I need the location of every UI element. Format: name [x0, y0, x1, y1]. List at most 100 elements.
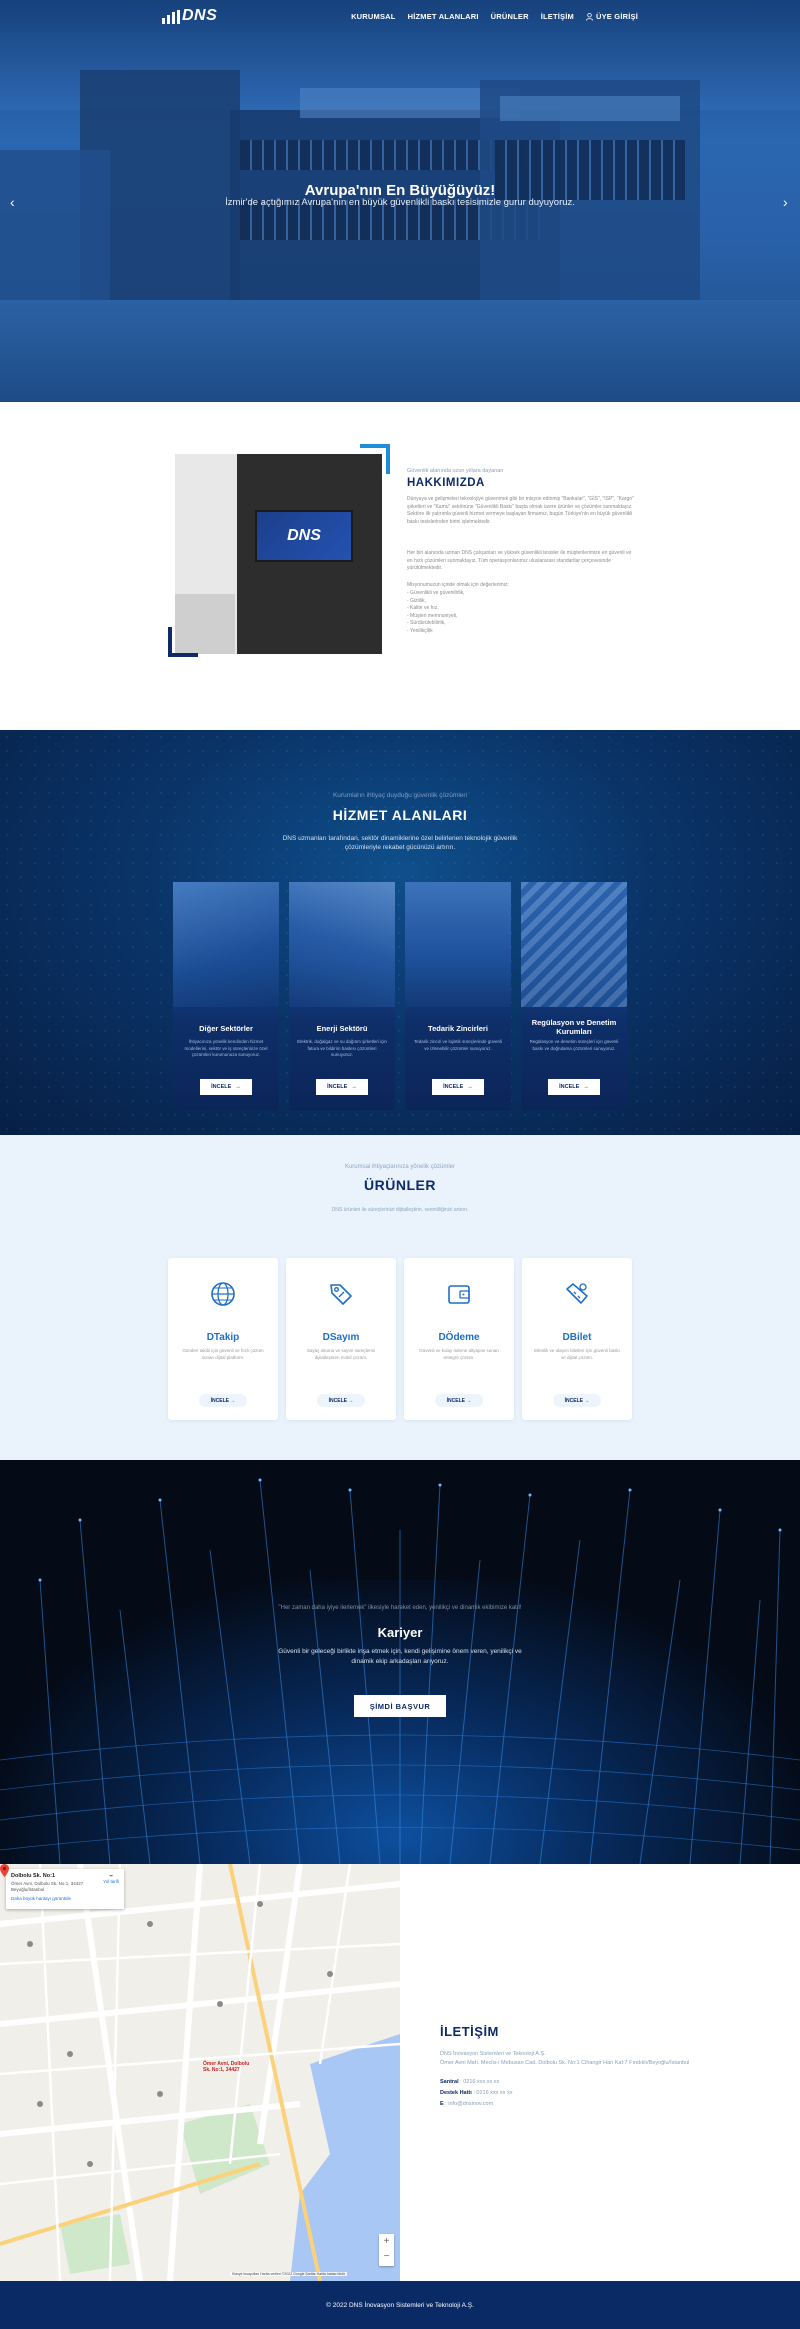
service-card-title: Enerji Sektörü [316, 1024, 368, 1033]
contact-section: Dolbolu Sk. No:1 Ömer Avni, Dolbolu Sk. … [0, 1864, 800, 2281]
product-text: Sayaç okuma ve sayım süreçlerini dijital… [306, 1348, 376, 1360]
zoom-out-button[interactable]: − [379, 2249, 394, 2264]
zoom-in-button[interactable]: + [379, 2234, 394, 2249]
inspect-button[interactable]: İNCELE → [316, 1079, 368, 1095]
ticket-icon [566, 1283, 588, 1304]
arrow-right-icon: → [583, 1084, 589, 1090]
inspect-button[interactable]: İNCELE → [200, 1079, 252, 1095]
service-card-text: Elektrik, doğalgaz ve su dağıtım şirketl… [297, 1039, 387, 1057]
top-nav: DNS KURUMSAL HİZMET ALANLARI ÜRÜNLER İLE… [0, 0, 800, 34]
wallet-icon [448, 1285, 470, 1304]
map-pin-icon [0, 1864, 9, 1877]
product-title: DTakip [206, 1332, 240, 1343]
list-item: - Sürdürülebilirlik, [407, 620, 446, 626]
service-card-title: Diğer Sektörler [199, 1024, 253, 1033]
main-menu: KURUMSAL HİZMET ALANLARI ÜRÜNLER İLETİŞİ… [351, 12, 638, 21]
page: Avrupa'nın En Büyüğüyüz! İzmir'de açtığı… [0, 0, 800, 2329]
services-eyebrow: Kurumların ihtiyaç duyduğu güvenlik çözü… [332, 792, 468, 799]
inspect-button[interactable]: İNCELE → [317, 1394, 365, 1407]
arrow-right-icon: → [467, 1084, 473, 1090]
arrow-right-icon: → [235, 1084, 241, 1090]
map-place-card: Dolbolu Sk. No:1 Ömer Avni, Dolbolu Sk. … [6, 1869, 124, 1909]
about-paragraph: Dünyaya ve gelişmeleri teknolojiye güven… [407, 496, 634, 525]
list-item: - Yenilikçilik [407, 627, 433, 634]
service-card: Diğer Sektörler İhtiyacınıza yönelik ken… [173, 882, 279, 1110]
about-values-list: - Güvenlikli ve güvenilirlik, - Gizlilik… [407, 590, 465, 635]
products-eyebrow: Kurumsal ihtiyaçlarınıza yönelik çözümle… [344, 1164, 456, 1170]
about-section: DNS Güvenlik alanında uzun yıllara dayan… [0, 402, 800, 730]
nav-item-iletisim[interactable]: İLETİŞİM [541, 12, 574, 21]
service-card: Regülasyon ve Denetim Kurumları Regülasy… [521, 882, 627, 1110]
map-embed[interactable]: Dolbolu Sk. No:1 Ömer Avni, Dolbolu Sk. … [0, 1864, 400, 2281]
service-card-text: Tedarik zinciri ve lojistik süreçlerinde… [413, 1039, 503, 1051]
career-title: Kariyer [377, 1625, 423, 1640]
contact-address: Ömer Avni Mah. Meclis-i Mebusan Cad. Dol… [440, 2060, 690, 2066]
nav-item-urunler[interactable]: ÜRÜNLER [491, 12, 529, 21]
career-eyebrow: "Her zaman daha iyiye ilerlemek" ilkesiy… [278, 1605, 522, 1611]
logo-text: DNS [182, 7, 218, 24]
arrow-right-icon: → [351, 1084, 357, 1090]
services-title: HİZMET ALANLARI [332, 807, 468, 823]
about-eyebrow: Güvenlik alanında uzun yıllara dayanan [407, 468, 504, 474]
nav-item-hizmet-alanlari[interactable]: HİZMET ALANLARI [408, 12, 479, 21]
product-card: DSayım Sayaç okuma ve sayım süreçlerini … [286, 1258, 396, 1420]
service-card-title: Tedarik Zincirleri [428, 1024, 488, 1033]
login-label: ÜYE GİRİŞİ [595, 12, 638, 21]
contact-email: E : info@dnsinov.com [440, 2101, 494, 2107]
inspect-button[interactable]: İNCELE → [432, 1079, 484, 1095]
inspect-button[interactable]: İNCELE → [435, 1394, 483, 1407]
career-description: Güvenli bir geleceği birlikte inşa etmek… [278, 1648, 522, 1665]
product-text: Etkinlik ve ulaşım biletleri için güvenl… [534, 1348, 620, 1360]
products-description: DNS ürünleri ile süreçlerinizi dijitalle… [331, 1207, 469, 1213]
tag-icon [330, 1284, 352, 1305]
about-image: DNS [175, 454, 382, 654]
list-item: - Gizlilik, [407, 597, 426, 604]
map-zoom-controls: + − [379, 2234, 394, 2266]
about-paragraph: Her biri alanında uzman DNS çalışanları … [407, 550, 632, 571]
list-item: - Güvenlikli ve güvenilirlik, [407, 590, 465, 596]
chevron-left-icon[interactable]: ‹ [10, 194, 15, 210]
logo-bars-icon [162, 10, 180, 24]
product-card: DBilet Etkinlik ve ulaşım biletleri için… [522, 1258, 632, 1420]
service-card: Tedarik Zincirleri Tedarik zinciri ve lo… [405, 882, 511, 1110]
logo-screen: DNS [255, 510, 353, 562]
directions-link[interactable]: ➦ Yol tarifi [103, 1873, 119, 1884]
products-section: Kurumsal ihtiyaçlarınıza yönelik çözümle… [0, 1135, 800, 1460]
about-title: HAKKIMIZDA [407, 477, 485, 489]
services-section: Kurumların ihtiyaç duyduğu güvenlik çözü… [0, 730, 800, 1135]
product-title: DSayım [322, 1332, 360, 1343]
service-card-text: Regülasyon ve denetim süreçleri için güv… [529, 1039, 619, 1051]
career-section: "Her zaman daha iyiye ilerlemek" ilkesiy… [0, 1460, 800, 1864]
inspect-button[interactable]: İNCELE → [199, 1394, 247, 1407]
product-card: DÖdeme Güvenli ve kolay ödeme altyapısı … [404, 1258, 514, 1420]
login-link[interactable]: ÜYE GİRİŞİ [586, 12, 638, 21]
service-card-title: Regülasyon ve Denetim Kurumları [531, 1018, 617, 1036]
chevron-right-icon[interactable]: › [783, 194, 788, 210]
copyright: © 2022 DNS İnovasyon Sistemleri ve Tekno… [326, 2301, 474, 2309]
decorative-corner [168, 627, 198, 657]
globe-icon [211, 1282, 235, 1306]
inspect-button[interactable]: İNCELE → [548, 1079, 600, 1095]
user-icon [586, 12, 593, 21]
contact-hotline: Destek Hattı : 0216 xxx xx xx [440, 2090, 513, 2096]
about-list-title: Misyonumuzun içinde olmak için değerleri… [407, 582, 509, 588]
map-place-address: Ömer Avni, Dolbolu Sk. No:1, 34427 Beyoğ… [11, 1881, 84, 1892]
apply-now-button[interactable]: ŞİMDİ BAŞVUR [354, 1695, 446, 1717]
product-text: Gönderi takibi için güvenli ve hızlı çöz… [182, 1348, 264, 1360]
nav-item-kurumsal[interactable]: KURUMSAL [351, 12, 396, 21]
list-item: - Kalite ve hız, [407, 605, 439, 611]
service-card: Enerji Sektörü Elektrik, doğalgaz ve su … [289, 882, 395, 1110]
contact-phone: Santral : 0216 xxx xx xx [440, 2079, 500, 2085]
larger-map-link[interactable]: Daha büyük haritayı görüntüle [11, 1896, 119, 1901]
product-text: Güvenli ve kolay ödeme altyapısı sunan e… [419, 1348, 499, 1360]
product-title: DÖdeme [438, 1332, 480, 1343]
contact-company: DNS İnovasyon Sistemleri ve Teknoloji A.… [440, 2051, 546, 2057]
product-card: DTakip Gönderi takibi için güvenli ve hı… [168, 1258, 278, 1420]
services-description: DNS uzmanları tarafından, sektör dinamik… [282, 835, 518, 851]
footer: © 2022 DNS İnovasyon Sistemleri ve Tekno… [0, 2281, 800, 2329]
map-attribution: Klavye kısayolları Harita verileri ©2022… [230, 2272, 347, 2276]
inspect-button[interactable]: İNCELE → [553, 1394, 601, 1407]
logo[interactable]: DNS [162, 8, 217, 24]
list-item: - Müşteri memnuniyeti, [407, 612, 458, 619]
hero-section: Avrupa'nın En Büyüğüyüz! İzmir'de açtığı… [0, 0, 800, 402]
